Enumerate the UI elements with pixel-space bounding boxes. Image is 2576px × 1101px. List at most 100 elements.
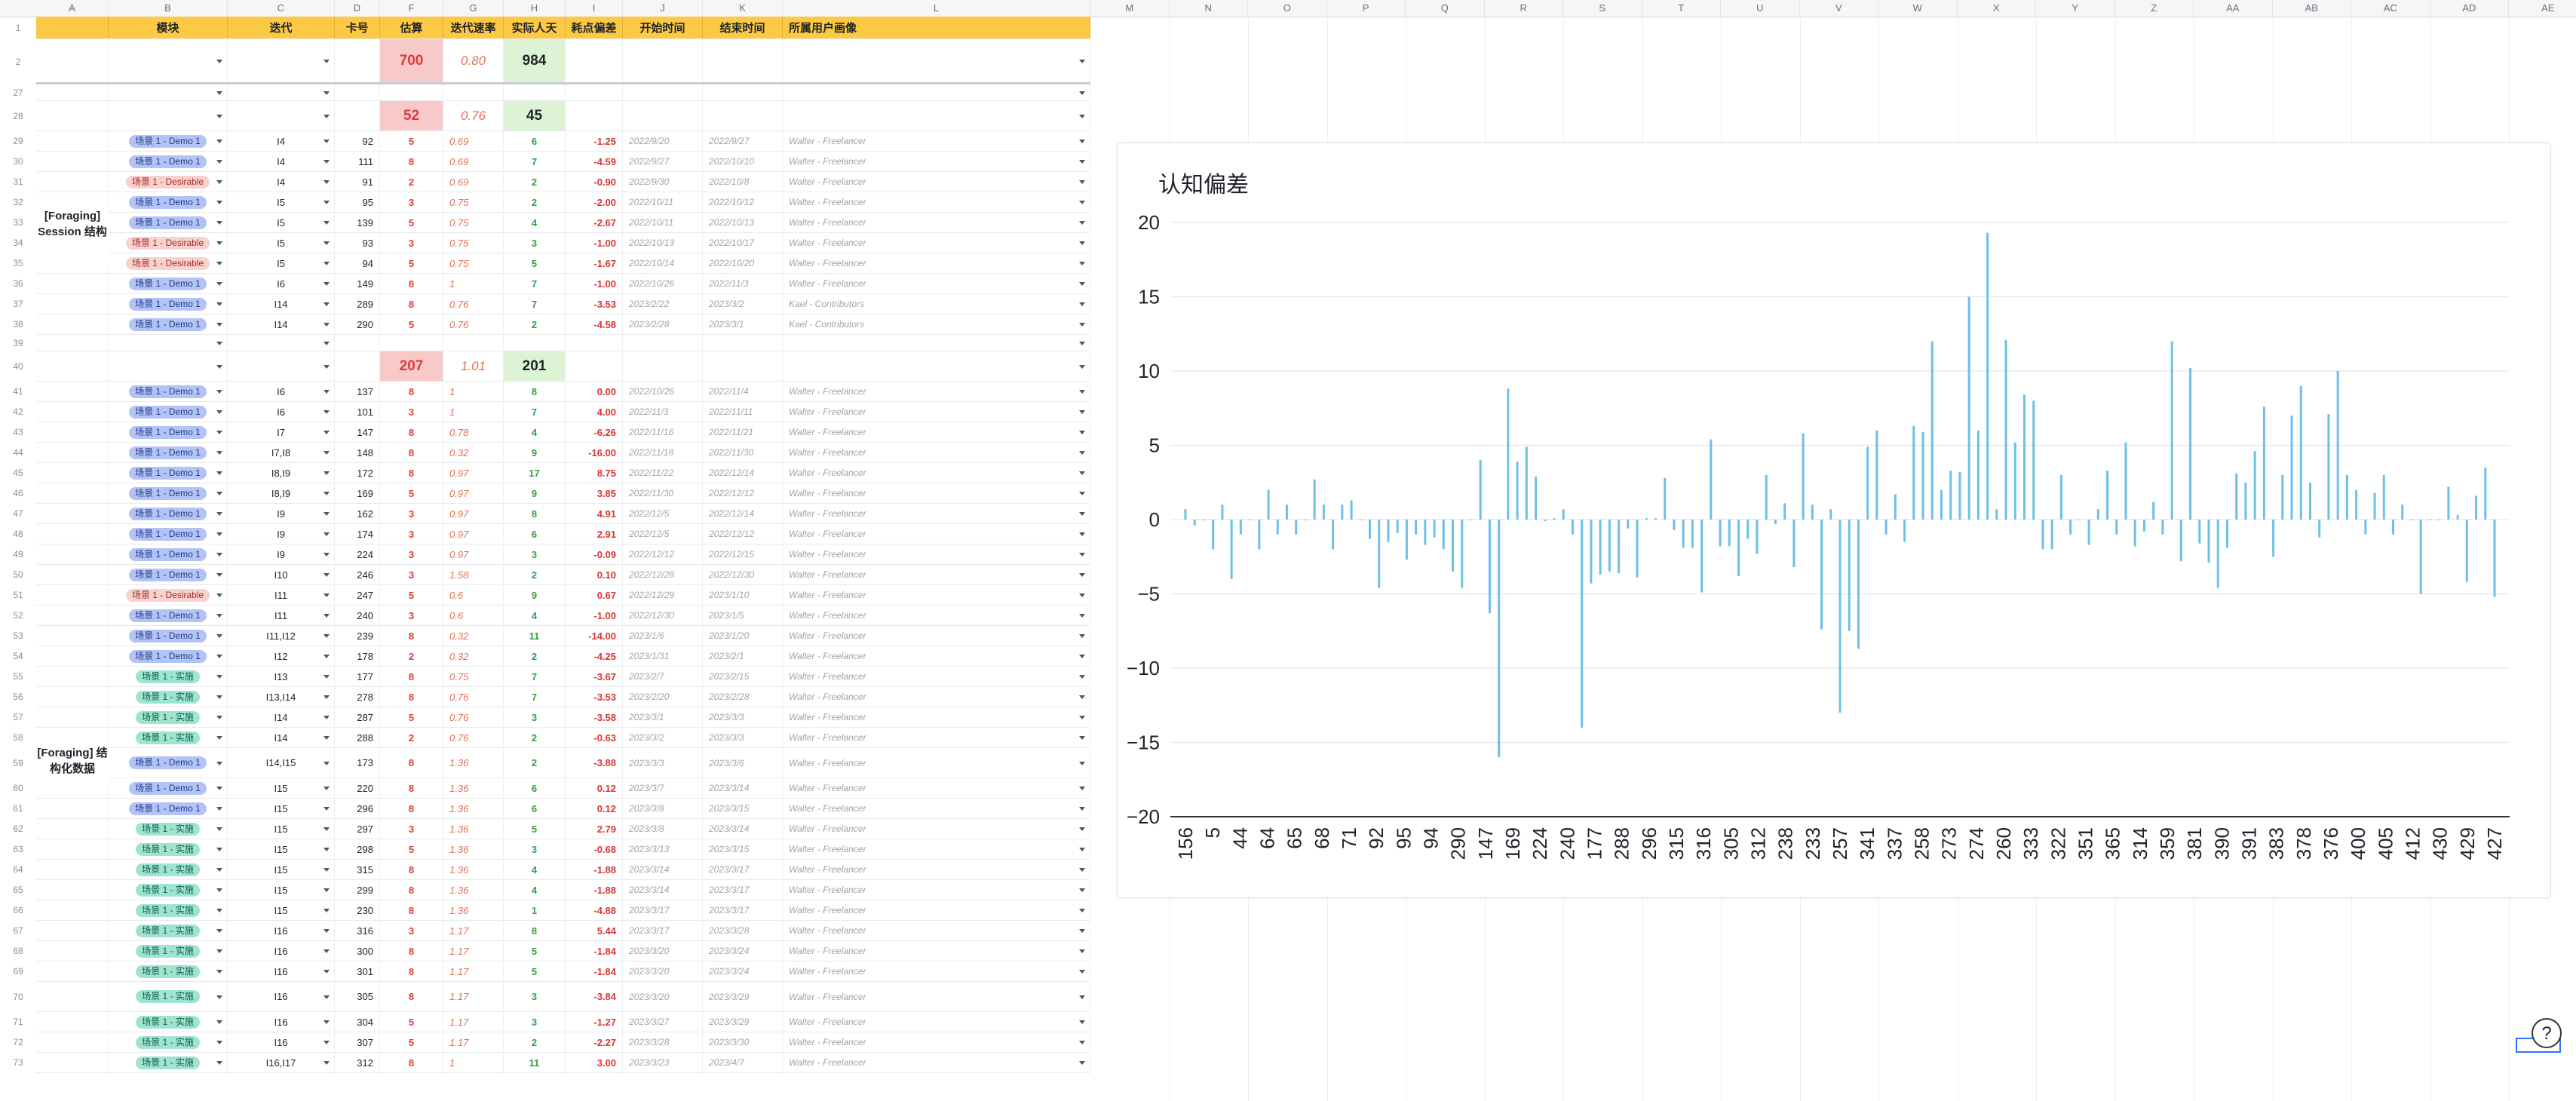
dropdown-arrow-icon[interactable]	[216, 807, 222, 811]
cell-card[interactable]: 288	[335, 728, 380, 747]
dropdown-arrow-icon[interactable]	[324, 634, 330, 638]
cell-iteration[interactable]: I14	[228, 728, 335, 747]
cell-start[interactable]: 2022/11/16	[623, 422, 703, 442]
row-number[interactable]: 32	[0, 192, 36, 213]
cell-actual[interactable]: 2	[504, 646, 566, 666]
deviation-bar[interactable]	[2262, 406, 2265, 520]
cell-velocity[interactable]: 1.17	[443, 982, 504, 1011]
dropdown-arrow-icon[interactable]	[216, 553, 222, 557]
dropdown-arrow-icon[interactable]	[216, 471, 222, 475]
table-row[interactable]: 场景 1 - 实施 I13,I14 278 8 0.76 7 -3.53 2023/2/20 2…	[36, 687, 1090, 707]
deviation-bar[interactable]	[1654, 518, 1657, 520]
cell-deviation[interactable]: 4.91	[566, 504, 623, 523]
cell-card[interactable]: 315	[335, 860, 380, 879]
cell-actual[interactable]: 8	[504, 921, 566, 940]
deviation-bar[interactable]	[2152, 501, 2155, 520]
deviation-bar[interactable]	[2023, 394, 2026, 520]
row-number[interactable]: 49	[0, 544, 36, 565]
cell-estimate[interactable]: 8	[380, 382, 443, 401]
cell-deviation[interactable]: -1.67	[566, 253, 623, 273]
table-row[interactable]: 场景 1 - Demo 1 I7 147 8 0.78 4 -6.26 2022/11/16 2…	[36, 422, 1090, 443]
cell-card[interactable]: 316	[335, 921, 380, 940]
summary-cell[interactable]	[566, 351, 623, 381]
dropdown-arrow-icon[interactable]	[1079, 929, 1085, 933]
row-number[interactable]: 41	[0, 382, 36, 402]
cell-velocity[interactable]: 0.32	[443, 626, 504, 646]
dropdown-arrow-icon[interactable]	[216, 787, 222, 790]
cell-actual[interactable]: 2	[504, 565, 566, 584]
cell-module[interactable]: 场景 1 - 实施	[109, 1012, 228, 1032]
cell-end[interactable]: 2022/9/27	[703, 131, 783, 151]
cell-module[interactable]: 场景 1 - Desirable	[109, 233, 228, 253]
deviation-bar[interactable]	[2318, 520, 2321, 538]
deviation-bar[interactable]	[2475, 495, 2478, 520]
cell-persona[interactable]: Walter - Freelancer	[783, 443, 1090, 462]
deviation-bar[interactable]	[1498, 520, 1501, 758]
table-row[interactable]: 场景 1 - Desirable I5 93 3 0.75 3 -1.00 2022/10/1…	[36, 233, 1090, 253]
dropdown-arrow-icon[interactable]	[216, 302, 222, 306]
dropdown-arrow-icon[interactable]	[1079, 532, 1085, 536]
row-number[interactable]: 65	[0, 880, 36, 900]
cell-card[interactable]: 147	[335, 422, 380, 442]
cell-module[interactable]: 场景 1 - Demo 1	[109, 382, 228, 401]
cell-section[interactable]	[36, 606, 109, 625]
cell-estimate[interactable]: 8	[380, 667, 443, 686]
dropdown-arrow-icon[interactable]	[216, 634, 222, 638]
cell-velocity[interactable]: 0.69	[443, 172, 504, 192]
cell-iteration[interactable]: I7,I8	[228, 443, 335, 462]
dropdown-arrow-icon[interactable]	[324, 573, 330, 577]
table-row[interactable]: 场景 1 - 实施 I15 299 8 1.36 4 -1.88 2023/3/14 2023/…	[36, 880, 1090, 900]
cell-section[interactable]	[36, 1032, 109, 1052]
cell-estimate[interactable]: 3	[380, 921, 443, 940]
cell-iteration[interactable]: I14	[228, 707, 335, 727]
cell-deviation[interactable]: -3.88	[566, 748, 623, 777]
cell-start[interactable]: 2022/12/29	[623, 585, 703, 605]
cell-actual[interactable]: 4	[504, 422, 566, 442]
cell-actual[interactable]: 2	[504, 192, 566, 212]
table-row[interactable]: 场景 1 - Demo 1 I9 174 3 0.97 6 2.91 2022/12/5 202…	[36, 524, 1090, 544]
summary-cell[interactable]	[109, 101, 228, 130]
cell-card[interactable]: 95	[335, 192, 380, 212]
dropdown-arrow-icon[interactable]	[324, 323, 330, 327]
deviation-bar[interactable]	[1415, 520, 1418, 535]
cell-start[interactable]: 2022/11/30	[623, 483, 703, 503]
cell-start[interactable]: 2023/3/13	[623, 839, 703, 859]
row-number[interactable]: 56	[0, 687, 36, 707]
row-number[interactable]: 69	[0, 961, 36, 982]
cell-end[interactable]: 2022/10/17	[703, 233, 783, 253]
cell-persona[interactable]: Walter - Freelancer	[783, 819, 1090, 839]
deviation-bar[interactable]	[2115, 520, 2118, 535]
dropdown-arrow-icon[interactable]	[216, 1020, 222, 1024]
cell-deviation[interactable]: -6.26	[566, 422, 623, 442]
table-row[interactable]: 场景 1 - Demo 1 I11,I12 239 8 0.32 11 -14.00 2023…	[36, 626, 1090, 646]
cell-card[interactable]: 91	[335, 172, 380, 192]
dropdown-arrow-icon[interactable]	[216, 888, 222, 892]
cell-card[interactable]: 240	[335, 606, 380, 625]
cell-actual[interactable]: 3	[504, 839, 566, 859]
cell-card[interactable]: 301	[335, 961, 380, 981]
cell-iteration[interactable]: I11	[228, 585, 335, 605]
deviation-bar[interactable]	[1313, 479, 1316, 520]
dropdown-arrow-icon[interactable]	[1079, 1041, 1085, 1044]
cell-card[interactable]: 139	[335, 213, 380, 232]
cell-deviation[interactable]: -1.27	[566, 1012, 623, 1032]
dropdown-arrow-icon[interactable]	[324, 410, 330, 414]
cell-module[interactable]: 场景 1 - Demo 1	[109, 778, 228, 798]
cell-velocity[interactable]: 0.32	[443, 443, 504, 462]
cell-module[interactable]: 场景 1 - Demo 1	[109, 192, 228, 212]
cell-end[interactable]: 2022/11/21	[703, 422, 783, 442]
table-row[interactable]: 场景 1 - Demo 1 I8,I9 172 8 0.97 17 8.75 2022/11/…	[36, 463, 1090, 483]
row-number[interactable]: 43	[0, 422, 36, 443]
dropdown-arrow-icon[interactable]	[324, 787, 330, 790]
cell-end[interactable]: 2023/3/6	[703, 748, 783, 777]
column-header-y[interactable]: Y	[2036, 0, 2115, 17]
summary-cell[interactable]: 984	[504, 39, 566, 82]
deviation-bar[interactable]	[2355, 489, 2358, 520]
cell-iteration[interactable]: I15	[228, 819, 335, 839]
cell-velocity[interactable]: 1.36	[443, 860, 504, 879]
cell-end[interactable]: 2023/3/30	[703, 1032, 783, 1052]
deviation-bar[interactable]	[1590, 520, 1593, 584]
table-row[interactable]: 场景 1 - 实施 I15 315 8 1.36 4 -1.88 2023/3/14 2023/…	[36, 860, 1090, 880]
row-number[interactable]: 55	[0, 667, 36, 687]
deviation-bar[interactable]	[1884, 520, 1888, 535]
